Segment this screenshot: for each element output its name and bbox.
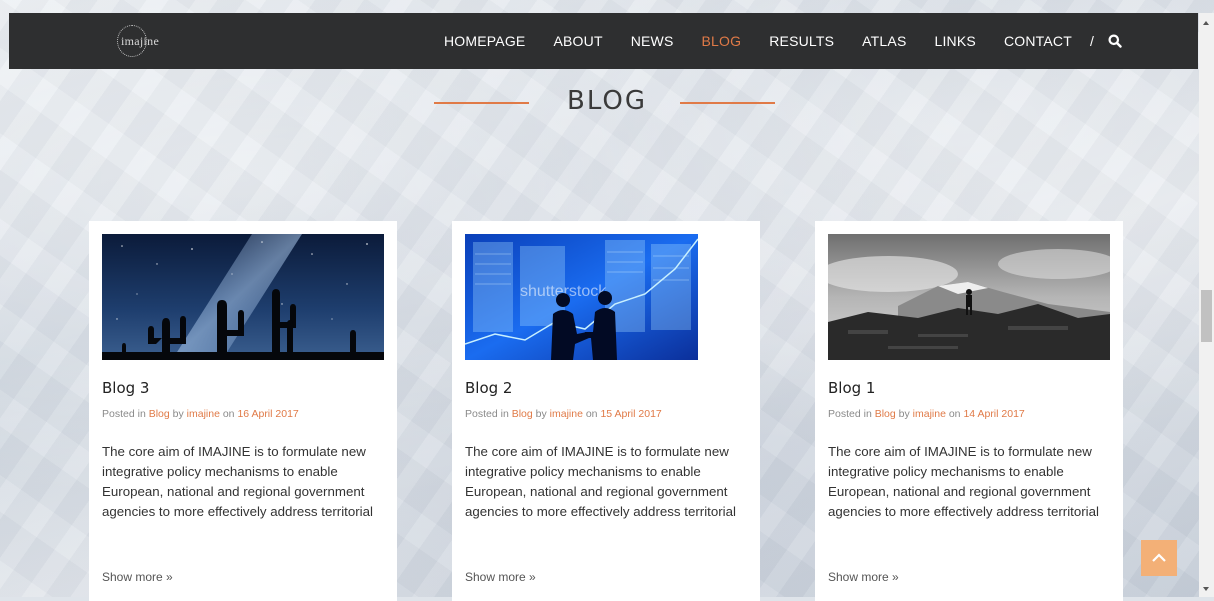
meta-category-link[interactable]: Blog	[875, 408, 896, 420]
blog-card: shutterstock Blog 2 Posted in Blog by im…	[452, 221, 760, 601]
meta-category-link[interactable]: Blog	[149, 408, 170, 420]
logo-text: imajine	[121, 34, 160, 48]
nav-homepage[interactable]: HOMEPAGE	[444, 33, 525, 49]
nav-contact[interactable]: CONTACT	[1004, 33, 1072, 49]
meta-posted-in: Posted in	[102, 408, 146, 420]
meta-by: by	[898, 408, 910, 420]
post-meta: Posted in Blog by imajine on 15 April 20…	[465, 408, 662, 420]
show-more-link[interactable]: Show more »	[465, 570, 536, 584]
chevron-up-icon	[1152, 553, 1166, 562]
nav-about[interactable]: ABOUT	[553, 33, 602, 49]
meta-date-link[interactable]: 15 April 2017	[600, 408, 661, 420]
blog-card: Blog 1 Posted in Blog by imajine on 14 A…	[815, 221, 1123, 601]
scroll-down-icon[interactable]	[1203, 587, 1209, 591]
back-to-top-button[interactable]	[1141, 540, 1177, 576]
heading-line-left	[434, 102, 529, 104]
nav-atlas[interactable]: ATLAS	[862, 33, 906, 49]
scrollbar-thumb[interactable]	[1201, 290, 1212, 342]
page-heading: BLOG	[0, 86, 1214, 116]
meta-date-link[interactable]: 14 April 2017	[963, 408, 1024, 420]
site-logo[interactable]: imajine	[111, 25, 171, 57]
heading-line-right	[680, 102, 775, 104]
nav-results[interactable]: RESULTS	[769, 33, 834, 49]
meta-by: by	[535, 408, 547, 420]
nav-separator: /	[1089, 33, 1094, 49]
post-meta: Posted in Blog by imajine on 14 April 20…	[828, 408, 1025, 420]
blog-card: Blog 3 Posted in Blog by imajine on 16 A…	[89, 221, 397, 601]
business-handshake-image[interactable]: shutterstock	[465, 234, 698, 360]
meta-author-link[interactable]: imajine	[550, 408, 583, 420]
blog-excerpt: The core aim of IMAJINE is to formulate …	[102, 444, 373, 519]
meta-author-link[interactable]: imajine	[913, 408, 946, 420]
search-icon[interactable]	[1108, 34, 1122, 48]
meta-by: by	[172, 408, 184, 420]
page-title: BLOG	[566, 86, 647, 116]
blog-title[interactable]: Blog 3	[102, 379, 149, 397]
meta-posted-in: Posted in	[828, 408, 872, 420]
show-more-link[interactable]: Show more »	[828, 570, 899, 584]
top-navigation-bar: imajine HOMEPAGE ABOUT NEWS BLOG RESULTS…	[9, 13, 1198, 69]
show-more-link[interactable]: Show more »	[102, 570, 173, 584]
mountain-hiker-image[interactable]	[828, 234, 1110, 360]
blog-title[interactable]: Blog 1	[828, 379, 875, 397]
meta-on: on	[585, 408, 598, 420]
blog-excerpt: The core aim of IMAJINE is to formulate …	[465, 444, 736, 519]
nav-links[interactable]: LINKS	[934, 33, 975, 49]
main-nav: HOMEPAGE ABOUT NEWS BLOG RESULTS ATLAS L…	[444, 13, 1122, 69]
nav-news[interactable]: NEWS	[631, 33, 674, 49]
meta-on: on	[222, 408, 235, 420]
meta-on: on	[948, 408, 961, 420]
scroll-up-icon[interactable]	[1203, 21, 1209, 25]
blog-excerpt: The core aim of IMAJINE is to formulate …	[828, 444, 1099, 519]
night-sky-cactus-image[interactable]	[102, 234, 384, 360]
blog-title[interactable]: Blog 2	[465, 379, 512, 397]
nav-blog[interactable]: BLOG	[702, 33, 742, 49]
meta-date-link[interactable]: 16 April 2017	[237, 408, 298, 420]
meta-category-link[interactable]: Blog	[512, 408, 533, 420]
post-meta: Posted in Blog by imajine on 16 April 20…	[102, 408, 299, 420]
meta-posted-in: Posted in	[465, 408, 509, 420]
meta-author-link[interactable]: imajine	[187, 408, 220, 420]
